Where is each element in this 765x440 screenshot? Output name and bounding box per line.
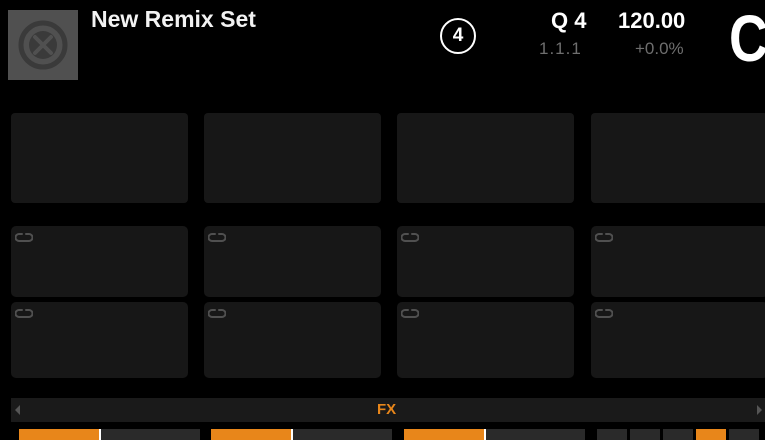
deck-letter: C	[729, 1, 765, 75]
meter-marker	[484, 429, 486, 440]
slot-level-meter[interactable]	[19, 429, 200, 440]
sample-cell[interactable]	[204, 302, 381, 378]
slot-header-cell[interactable]	[204, 113, 381, 203]
slot-header-cell[interactable]	[397, 113, 574, 203]
slot-level-meter[interactable]	[211, 429, 392, 440]
meter-marker	[291, 429, 293, 440]
loop-icon	[595, 233, 613, 242]
meter-segment	[696, 429, 726, 440]
tempo-readout: 120.00	[618, 8, 686, 33]
meter-fill	[19, 429, 99, 440]
sample-cell[interactable]	[397, 226, 574, 297]
remix-deck-screen: New Remix Set 4 Q 4 1.1.1 120.00 +0.0% C	[0, 0, 765, 440]
sample-cell[interactable]	[591, 226, 765, 297]
loop-icon	[15, 309, 33, 318]
fx-page-label: FX	[377, 401, 397, 418]
chevron-right-icon[interactable]	[757, 405, 762, 415]
remix-slot-column	[397, 113, 574, 378]
sample-cell[interactable]	[204, 226, 381, 297]
slot-level-meter[interactable]	[404, 429, 585, 440]
meter-fill	[404, 429, 484, 440]
slot-level-meters	[0, 429, 765, 440]
deck-header: New Remix Set 4 Q 4 1.1.1 120.00 +0.0% C	[0, 0, 765, 110]
remix-slot-column	[591, 113, 765, 378]
deck-number-badge: 4	[440, 18, 476, 54]
meter-fill	[211, 429, 291, 440]
beat-position-readout: 1.1.1	[539, 39, 582, 58]
tempo-offset-readout: +0.0%	[635, 39, 684, 58]
fx-page-bar[interactable]: FX	[11, 398, 765, 422]
remix-set-title: New Remix Set	[91, 6, 256, 32]
meter-marker	[99, 429, 101, 440]
meter-segment	[630, 429, 660, 440]
meter-segment	[663, 429, 693, 440]
meter-segment	[597, 429, 627, 440]
sample-cell[interactable]	[11, 302, 188, 378]
loop-icon	[401, 309, 419, 318]
slot-header-cell[interactable]	[591, 113, 765, 203]
slot-header-cell[interactable]	[11, 113, 188, 203]
loop-icon	[208, 309, 226, 318]
remix-slot-grid	[11, 113, 765, 378]
loop-icon	[208, 233, 226, 242]
loop-icon	[595, 309, 613, 318]
sample-cell[interactable]	[11, 226, 188, 297]
remix-slot-column	[204, 113, 381, 378]
loop-icon	[401, 233, 419, 242]
chevron-left-icon[interactable]	[15, 405, 20, 415]
remix-slot-column	[11, 113, 188, 378]
quantize-readout: Q 4	[551, 8, 587, 33]
remix-set-icon	[18, 20, 68, 70]
remix-set-cover	[8, 10, 78, 80]
meter-segment	[729, 429, 759, 440]
loop-icon	[15, 233, 33, 242]
sample-cell[interactable]	[397, 302, 574, 378]
sample-cell[interactable]	[591, 302, 765, 378]
